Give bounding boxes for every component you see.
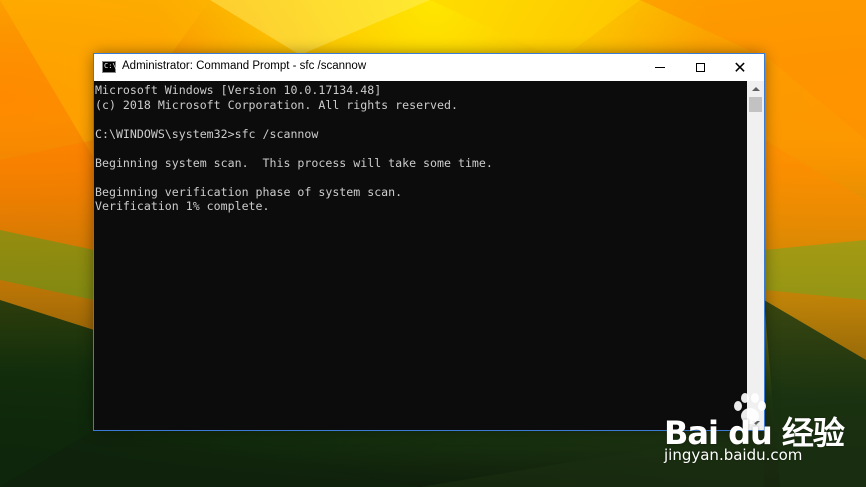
window-title: Administrator: Command Prompt - sfc /sca… xyxy=(122,60,367,72)
console-line: C:\WINDOWS\system32>sfc /scannow xyxy=(95,126,319,141)
watermark-url: jingyan.baidu.com xyxy=(664,446,803,464)
maximize-icon xyxy=(695,63,705,72)
minimize-icon xyxy=(655,67,665,68)
console-line: Verification 1% complete. xyxy=(95,199,270,213)
console-output-area[interactable]: Microsoft Windows [Version 10.0.17134.48… xyxy=(94,81,747,430)
console-line: (c) 2018 Microsoft Corporation. All righ… xyxy=(95,97,458,112)
baidu-watermark: Bai du 经验 jingyan.baidu.com xyxy=(660,392,860,472)
window-titlebar[interactable]: C:\ Administrator: Command Prompt - sfc … xyxy=(94,54,764,81)
command-prompt-window[interactable]: C:\ Administrator: Command Prompt - sfc … xyxy=(93,53,765,431)
command-prompt-icon-glyph: C:\ xyxy=(104,62,117,70)
scroll-up-icon xyxy=(751,86,760,91)
console-line: Beginning system scan. This process will… xyxy=(95,155,493,170)
console-line: Beginning verification phase of system s… xyxy=(95,184,403,199)
scroll-up-button[interactable] xyxy=(747,81,764,96)
close-icon: ✕ xyxy=(733,57,747,77)
maximize-button[interactable] xyxy=(680,54,720,81)
console-line: Microsoft Windows [Version 10.0.17134.48… xyxy=(95,83,382,97)
command-prompt-icon[interactable]: C:\ xyxy=(102,61,117,73)
close-button[interactable]: ✕ xyxy=(720,54,760,81)
console-text: Microsoft Windows [Version 10.0.17134.48… xyxy=(94,81,747,214)
scroll-thumb[interactable] xyxy=(749,97,762,112)
desktop-wallpaper: C:\ Administrator: Command Prompt - sfc … xyxy=(0,0,866,487)
minimize-button[interactable] xyxy=(640,54,680,81)
vertical-scrollbar[interactable] xyxy=(747,81,764,430)
